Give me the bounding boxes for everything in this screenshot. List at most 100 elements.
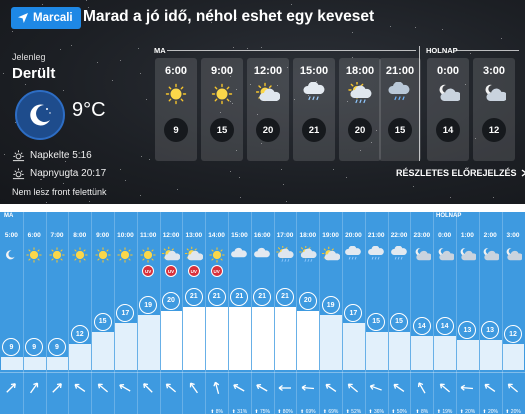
temperature-value: 19 <box>321 296 340 314</box>
wind-direction-icon <box>278 384 291 392</box>
wind-direction-icon <box>30 382 39 394</box>
temperature-value: 15 <box>93 312 112 331</box>
forecast-hour-time: 21:00 <box>385 65 415 77</box>
wind-row-divider <box>0 372 525 373</box>
sun-icon <box>208 246 226 264</box>
forecast-hour-card[interactable]: 0:00 14 <box>427 58 469 161</box>
cloud-rain-icon <box>302 82 326 106</box>
sun-icon <box>25 246 43 264</box>
uv-warning-badge: UV <box>142 265 155 277</box>
sun-icon <box>94 246 112 264</box>
cloud-rain-icon <box>344 246 362 264</box>
star-dot <box>352 32 353 33</box>
hour-label: 20:00 <box>345 232 362 239</box>
temperature-value: 13 <box>458 321 477 340</box>
temperature-bar <box>388 331 411 370</box>
wind-direction-icon <box>74 383 86 392</box>
star-dot <box>86 0 87 1</box>
star-dot <box>120 169 121 170</box>
headline: Marad a jó idő, néhol eshet egy keveset <box>83 8 375 25</box>
cloud-rain-icon <box>367 246 385 264</box>
hour-label: 1:00 <box>460 232 474 239</box>
wind-direction-icon <box>393 383 405 392</box>
current-weather-panel: Marcali Marad a jó idő, néhol eshet egy … <box>0 0 525 204</box>
temperature-bar <box>343 323 365 370</box>
wind-direction-icon <box>189 382 198 394</box>
star-dot <box>120 60 121 61</box>
night-cloud-icon <box>436 82 460 106</box>
star-dot <box>333 169 334 170</box>
star-dot <box>240 197 241 198</box>
forecast-hour-temp: 12 <box>482 118 506 142</box>
today-divider-line <box>167 50 416 51</box>
hour-grid-line <box>46 212 47 414</box>
star-dot <box>501 38 502 39</box>
forecast-hour-card[interactable]: 3:00 12 <box>473 58 515 161</box>
hour-grid-line <box>342 212 343 414</box>
wind-direction-icon <box>233 383 245 392</box>
forecast-hour-temp: 15 <box>388 118 412 142</box>
hourly-forecast-strip: MA HOLNAP 6:00 9 9:00 15 12:00 20 15:00 21 18:00… <box>151 46 519 166</box>
hour-label: 10:00 <box>117 232 134 239</box>
precipitation-chance: ⬆ 19% <box>436 409 453 414</box>
sun-cloud-icon <box>321 246 340 264</box>
temperature-bar <box>137 315 160 370</box>
star-dot <box>12 31 13 32</box>
wind-direction-icon <box>417 382 426 394</box>
temperature-value: 21 <box>207 287 226 306</box>
sunrise-icon <box>12 150 25 162</box>
temperature-bar <box>502 344 525 370</box>
forecast-hour-time: 0:00 <box>436 65 460 77</box>
forecast-hour-card[interactable]: 9:00 15 <box>201 58 243 161</box>
forecast-hour-time: 3:00 <box>482 65 506 77</box>
wind-direction-icon <box>212 381 219 394</box>
temperature-value: 21 <box>253 287 272 306</box>
temperature-bar <box>434 336 456 370</box>
forecast-hour-card[interactable]: 6:00 9 <box>155 58 197 161</box>
hour-grid-line <box>68 212 69 414</box>
star-dot <box>3 73 4 74</box>
star-dot <box>112 80 113 81</box>
star-dot <box>442 29 443 30</box>
current-temperature: 9°C <box>72 99 106 121</box>
location-arrow-icon <box>18 13 28 23</box>
temperature-value: 20 <box>162 291 180 310</box>
section-tomorrow-label: HOLNAP <box>426 46 458 55</box>
forecast-hour-card[interactable]: 21:00 15 <box>379 58 421 161</box>
night-cloud-icon <box>413 246 431 264</box>
hourly-chart-panel: MA HOLNAP 5:00 9 6:00 9 7:00 9 8:00 12 9:00 15 10:… <box>0 212 525 414</box>
hour-label: 23:00 <box>413 232 431 239</box>
wind-direction-icon <box>507 383 519 393</box>
forecast-hour-time: 15:00 <box>299 65 329 77</box>
forecast-hour-temp: 15 <box>210 118 234 142</box>
hour-grid-line <box>23 212 24 414</box>
temperature-bar <box>115 323 137 370</box>
star-dot <box>63 183 64 184</box>
forecast-hour-card[interactable]: 12:00 20 <box>247 58 289 161</box>
star-dot <box>25 84 26 85</box>
hour-grid-line <box>456 212 457 414</box>
temperature-bar <box>69 344 92 370</box>
star-dot <box>493 197 494 198</box>
star-dot <box>89 201 90 202</box>
cloud-icon <box>230 246 248 264</box>
temperature-bar <box>274 306 297 370</box>
precipitation-chance: ⬆ 52% <box>345 409 362 414</box>
hour-grid-line <box>410 212 411 414</box>
temperature-value: 21 <box>184 287 203 306</box>
wind-direction-icon <box>119 383 131 392</box>
forecast-hour-card[interactable]: 15:00 21 <box>293 58 335 161</box>
forecast-hour-temp: 20 <box>256 118 280 142</box>
forecast-hour-time: 12:00 <box>253 65 283 77</box>
wind-direction-icon <box>439 383 450 393</box>
temperature-value: 15 <box>390 312 408 331</box>
star-dot <box>283 184 284 185</box>
hour-label: 13:00 <box>185 232 203 239</box>
forecast-hour-card[interactable]: 18:00 20 <box>339 58 381 161</box>
detailed-forecast-link[interactable]: RÉSZLETES ELŐREJELZÉS <box>396 168 525 178</box>
wind-direction-icon <box>460 384 474 391</box>
location-button[interactable]: Marcali <box>11 7 81 29</box>
sun-cloud-icon <box>184 246 203 264</box>
forecast-hour-temp: 9 <box>164 118 188 142</box>
temperature-bar <box>365 331 388 370</box>
